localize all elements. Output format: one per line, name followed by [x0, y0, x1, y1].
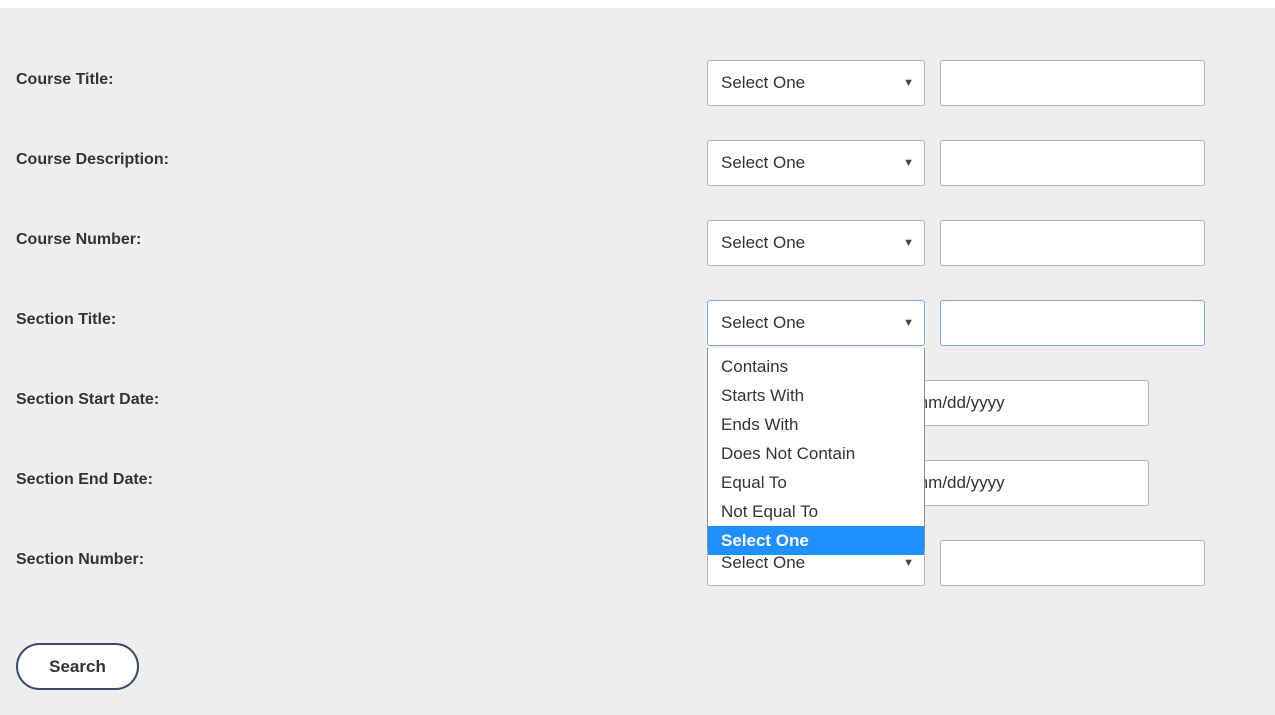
course-description-input[interactable]: [940, 140, 1205, 186]
course-title-operator-select[interactable]: Select One ▼: [707, 60, 925, 106]
section-number-label: Section Number:: [16, 551, 145, 568]
triangle-down-icon: ▼: [903, 557, 914, 569]
select-value: Select One: [721, 73, 806, 92]
date-placeholder: mm/dd/yyyy: [914, 393, 1005, 412]
dropdown-option-select-one[interactable]: Select One: [708, 526, 924, 555]
section-title-input[interactable]: [940, 300, 1205, 346]
course-description-operator-select[interactable]: Select One ▼: [707, 140, 925, 186]
triangle-down-icon: ▼: [903, 157, 914, 169]
course-description-label: Course Description:: [16, 151, 169, 168]
course-title-input[interactable]: [940, 60, 1205, 106]
course-number-input[interactable]: [940, 220, 1205, 266]
search-button[interactable]: Search: [16, 643, 139, 690]
dropdown-option-equal-to[interactable]: Equal To: [708, 468, 924, 497]
dropdown-option-contains[interactable]: Contains: [708, 352, 924, 381]
select-value: Select One: [721, 553, 806, 572]
course-number-label: Course Number:: [16, 231, 142, 248]
operator-dropdown-list: Contains Starts With Ends With Does Not …: [707, 348, 925, 555]
section-end-date-label: Section End Date:: [16, 471, 153, 488]
search-form-panel: Course Title: Select One ▼ Course Descri…: [0, 8, 1275, 715]
triangle-down-icon: ▼: [903, 317, 914, 329]
select-value: Select One: [721, 313, 806, 332]
section-title-label: Section Title:: [16, 311, 117, 328]
section-start-date-label: Section Start Date:: [16, 391, 160, 408]
select-value: Select One: [721, 233, 806, 252]
triangle-down-icon: ▼: [903, 77, 914, 89]
dropdown-option-ends-with[interactable]: Ends With: [708, 410, 924, 439]
date-placeholder: mm/dd/yyyy: [914, 473, 1005, 492]
section-title-operator-select[interactable]: Select One ▼: [707, 300, 925, 346]
course-number-operator-select[interactable]: Select One ▼: [707, 220, 925, 266]
triangle-down-icon: ▼: [903, 237, 914, 249]
dropdown-option-starts-with[interactable]: Starts With: [708, 381, 924, 410]
select-value: Select One: [721, 153, 806, 172]
section-number-input[interactable]: [940, 540, 1205, 586]
dropdown-option-does-not-contain[interactable]: Does Not Contain: [708, 439, 924, 468]
dropdown-option-not-equal-to[interactable]: Not Equal To: [708, 497, 924, 526]
course-title-label: Course Title:: [16, 71, 114, 88]
